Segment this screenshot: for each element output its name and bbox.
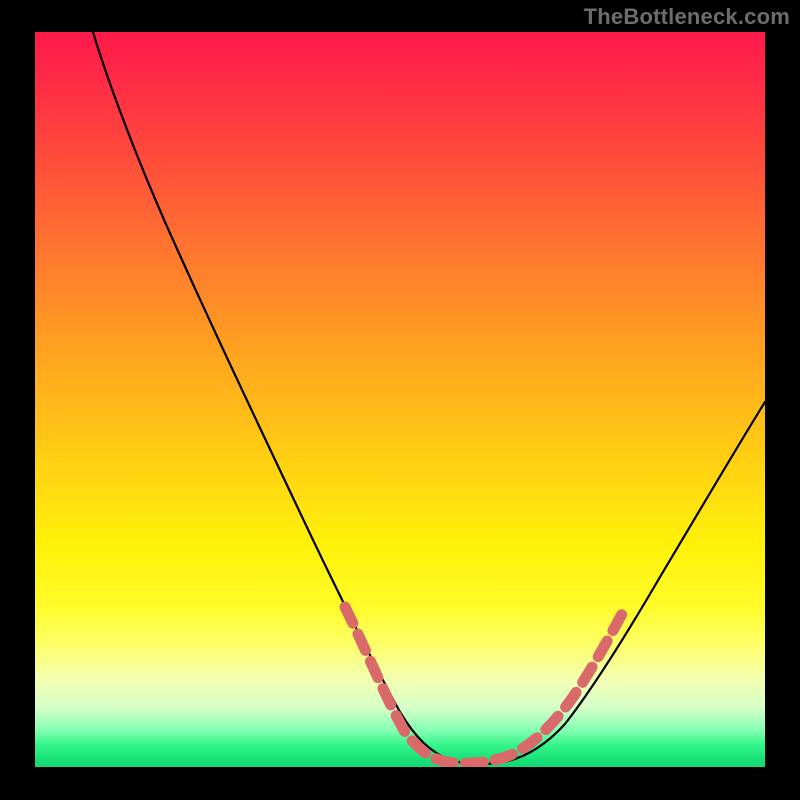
chart-frame: TheBottleneck.com [0, 0, 800, 800]
attribution-text: TheBottleneck.com [584, 4, 790, 30]
optimal-range-dots [345, 607, 623, 763]
plot-area [35, 32, 765, 767]
bottleneck-curve [93, 32, 765, 764]
curve-svg [35, 32, 765, 767]
